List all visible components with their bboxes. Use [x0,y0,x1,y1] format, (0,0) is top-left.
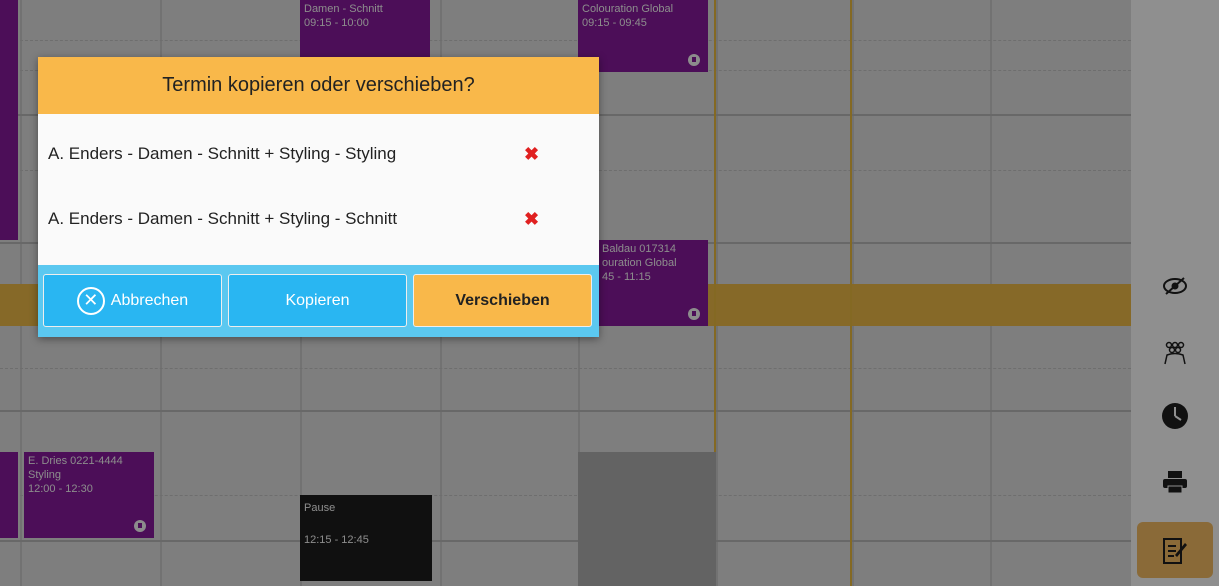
remove-icon[interactable]: ✖ [524,144,539,165]
move-button-label: Verschieben [455,291,550,309]
cancel-button[interactable]: ✕ Abbrechen [43,274,222,327]
copy-move-dialog: Termin kopieren oder verschieben? A. End… [38,57,599,337]
people-icon[interactable] [1153,330,1197,374]
dialog-list-item: A. Enders - Damen - Schnitt + Styling - … [38,124,599,184]
clock-icon[interactable] [1153,394,1197,438]
notepad-edit-icon[interactable] [1137,522,1213,578]
dialog-list-item: A. Enders - Damen - Schnitt + Styling - … [38,189,599,249]
dialog-item-label: A. Enders - Damen - Schnitt + Styling - … [48,209,398,228]
right-toolbar [1131,0,1219,586]
eye-slash-icon[interactable] [1153,264,1197,308]
remove-icon[interactable]: ✖ [524,209,539,230]
dialog-button-bar: ✕ Abbrechen Kopieren Verschieben [38,265,599,337]
cancel-button-label: Abbrechen [110,291,189,309]
dialog-item-label: A. Enders - Damen - Schnitt + Styling - … [48,144,397,163]
dialog-title: Termin kopieren oder verschieben? [38,57,599,114]
copy-button-label: Kopieren [285,291,350,309]
printer-icon[interactable] [1153,460,1197,504]
copy-button[interactable]: Kopieren [228,274,407,327]
move-button[interactable]: Verschieben [413,274,592,327]
close-circle-icon: ✕ [76,286,105,315]
